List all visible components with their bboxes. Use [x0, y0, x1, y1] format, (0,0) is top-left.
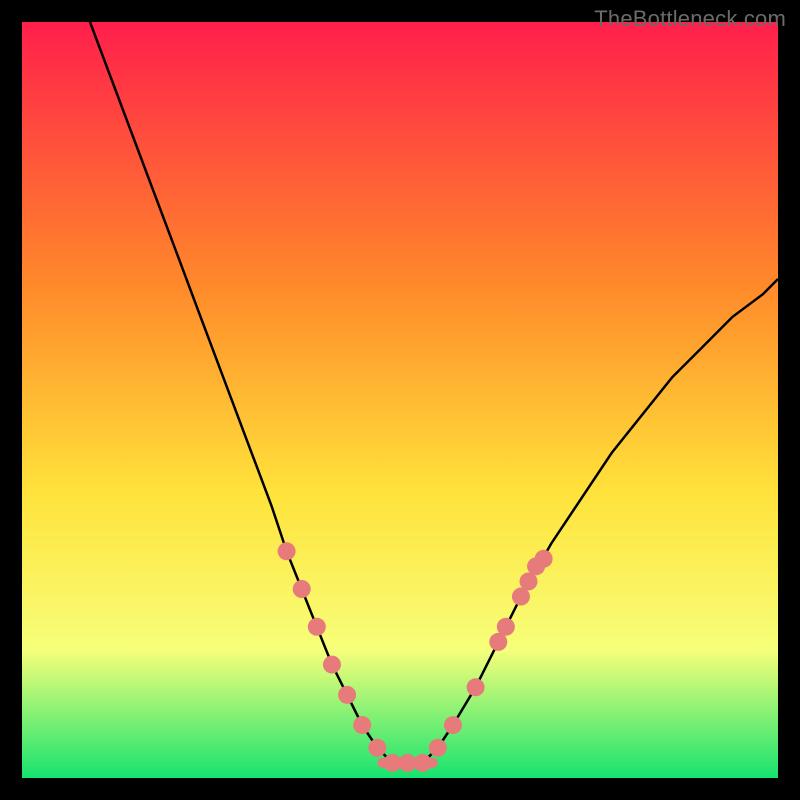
gradient-background — [22, 22, 778, 778]
highlight-dot — [323, 656, 341, 674]
highlight-dot — [414, 754, 432, 772]
highlight-dot — [535, 550, 553, 568]
highlight-dot — [293, 580, 311, 598]
highlight-dot — [467, 678, 485, 696]
watermark-text: TheBottleneck.com — [594, 6, 786, 32]
highlight-dot — [278, 542, 296, 560]
highlight-dot — [497, 618, 515, 636]
highlight-dot — [353, 716, 371, 734]
highlight-dot — [429, 739, 447, 757]
chart-frame — [22, 22, 778, 778]
highlight-dot — [368, 739, 386, 757]
bottleneck-chart — [22, 22, 778, 778]
highlight-dot — [308, 618, 326, 636]
highlight-dot — [338, 686, 356, 704]
highlight-dot — [444, 716, 462, 734]
